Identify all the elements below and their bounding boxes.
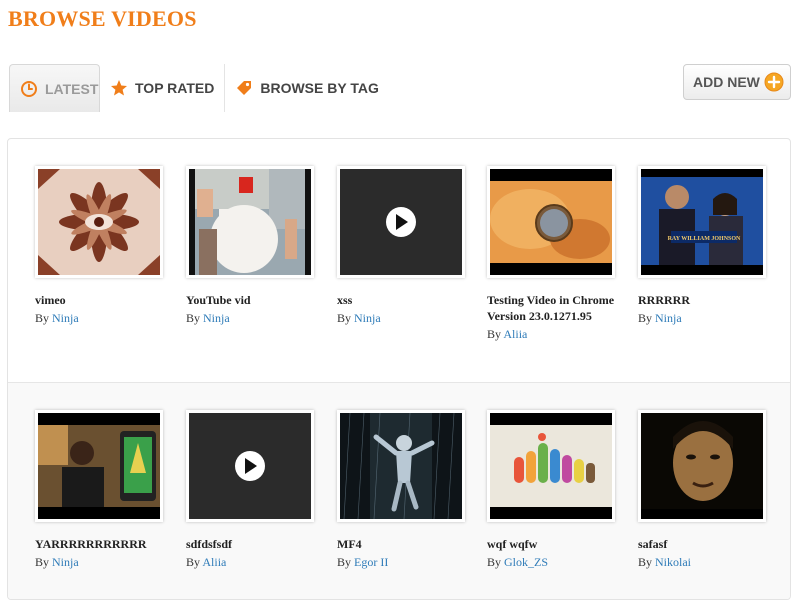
video-card: YARRRRRRRRRRR By Ninja <box>35 410 165 570</box>
video-row: vimeo By Ninja YouTube vid By Ninja xss … <box>8 139 790 382</box>
star-icon <box>110 79 128 97</box>
video-thumbnail[interactable] <box>337 410 465 522</box>
show-title-text: RAY WILLIAM JOHNSON <box>668 236 741 242</box>
tab-latest[interactable]: LATEST <box>9 64 100 112</box>
author-link[interactable]: Aliia <box>503 327 527 341</box>
video-card: wqf wqfw By Glok_ZS <box>487 410 617 570</box>
video-title[interactable]: wqf wqfw <box>487 536 617 552</box>
video-author-line: By Aliia <box>186 555 316 570</box>
play-placeholder-thumbnail <box>189 413 311 519</box>
orange-tunnel-thumbnail-image <box>490 169 612 275</box>
video-author-line: By Aliia <box>487 327 617 342</box>
author-link[interactable]: Ninja <box>655 311 682 325</box>
video-card: RAY WILLIAM JOHNSON RRRRRR By Ninja <box>638 166 768 326</box>
author-link[interactable]: Ninja <box>203 311 230 325</box>
video-title[interactable]: YARRRRRRRRRRR <box>35 536 165 552</box>
author-link[interactable]: Ninja <box>354 311 381 325</box>
video-title[interactable]: RRRRRR <box>638 292 768 308</box>
clock-icon <box>20 80 38 98</box>
kaleidoscope-thumbnail-image <box>38 169 160 275</box>
video-thumbnail[interactable] <box>35 166 163 278</box>
video-card: vimeo By Ninja <box>35 166 165 326</box>
video-row: YARRRRRRRRRRR By Ninja sdfdsfsdf By Alii… <box>8 382 790 599</box>
tab-top-rated-label: TOP RATED <box>135 80 215 96</box>
play-placeholder-thumbnail <box>340 169 462 275</box>
author-link[interactable]: Aliia <box>202 555 226 569</box>
tag-icon <box>235 79 253 97</box>
video-thumbnail[interactable] <box>337 166 465 278</box>
by-label: By <box>337 311 352 325</box>
author-link[interactable]: Ninja <box>52 555 79 569</box>
video-card: sdfdsfsdf By Aliia <box>186 410 316 570</box>
page-title: BROWSE VIDEOS <box>8 6 197 31</box>
plus-circle-icon <box>764 72 784 92</box>
video-title[interactable]: MF4 <box>337 536 467 552</box>
video-title[interactable]: sdfdsfsdf <box>186 536 316 552</box>
video-author-line: By Ninja <box>35 555 165 570</box>
browse-videos-page: BROWSE VIDEOS LATEST TOP RATED BROWSE BY… <box>0 0 800 600</box>
tab-top-rated[interactable]: TOP RATED <box>100 64 224 112</box>
add-new-button[interactable]: ADD NEW <box>683 64 791 100</box>
rain-dancer-thumbnail-image <box>340 413 462 519</box>
video-author-line: By Glok_ZS <box>487 555 617 570</box>
play-icon <box>386 207 416 237</box>
tab-bar: LATEST TOP RATED BROWSE BY TAG <box>9 63 389 113</box>
video-title[interactable]: vimeo <box>35 292 165 308</box>
video-title[interactable]: YouTube vid <box>186 292 316 308</box>
author-link[interactable]: Egor II <box>354 555 388 569</box>
video-author-line: By Ninja <box>186 311 316 326</box>
video-thumbnail[interactable]: RAY WILLIAM JOHNSON <box>638 166 766 278</box>
video-thumbnail[interactable] <box>186 410 314 522</box>
video-author-line: By Ninja <box>337 311 467 326</box>
tab-latest-label: LATEST <box>45 80 99 97</box>
by-label: By <box>638 311 653 325</box>
video-author-line: By Ninja <box>638 311 768 326</box>
tab-browse-by-tag[interactable]: BROWSE BY TAG <box>225 64 389 112</box>
author-link[interactable]: Ninja <box>52 311 79 325</box>
author-link[interactable]: Nikolai <box>655 555 691 569</box>
video-card: Testing Video in Chrome Version 23.0.127… <box>487 166 617 342</box>
by-label: By <box>638 555 653 569</box>
video-thumbnail[interactable] <box>186 166 314 278</box>
author-link[interactable]: Glok_ZS <box>504 555 548 569</box>
by-label: By <box>35 555 50 569</box>
singer-closeup-thumbnail-image <box>641 413 763 519</box>
video-card: safasf By Nikolai <box>638 410 768 570</box>
by-label: By <box>186 555 201 569</box>
video-grid: vimeo By Ninja YouTube vid By Ninja xss … <box>7 138 791 600</box>
phone-review-thumbnail-image <box>38 413 160 519</box>
by-label: By <box>35 311 50 325</box>
play-icon <box>235 451 265 481</box>
video-card: xss By Ninja <box>337 166 467 326</box>
by-label: By <box>487 327 502 341</box>
party-thumbnail-image <box>189 169 311 275</box>
video-card: MF4 By Egor II <box>337 410 467 570</box>
by-label: By <box>337 555 352 569</box>
video-thumbnail[interactable] <box>487 166 615 278</box>
video-thumbnail[interactable] <box>35 410 163 522</box>
show-hosts-thumbnail-image: RAY WILLIAM JOHNSON <box>641 169 763 275</box>
video-title[interactable]: safasf <box>638 536 768 552</box>
video-title[interactable]: Testing Video in Chrome Version 23.0.127… <box>487 292 617 324</box>
add-new-label: ADD NEW <box>693 74 760 90</box>
video-card: YouTube vid By Ninja <box>186 166 316 326</box>
cartoon-characters-thumbnail-image <box>490 413 612 519</box>
by-label: By <box>487 555 502 569</box>
video-author-line: By Egor II <box>337 555 467 570</box>
video-thumbnail[interactable] <box>487 410 615 522</box>
video-author-line: By Nikolai <box>638 555 768 570</box>
video-thumbnail[interactable] <box>638 410 766 522</box>
video-title[interactable]: xss <box>337 292 467 308</box>
by-label: By <box>186 311 201 325</box>
video-author-line: By Ninja <box>35 311 165 326</box>
tab-browse-by-tag-label: BROWSE BY TAG <box>260 80 379 96</box>
